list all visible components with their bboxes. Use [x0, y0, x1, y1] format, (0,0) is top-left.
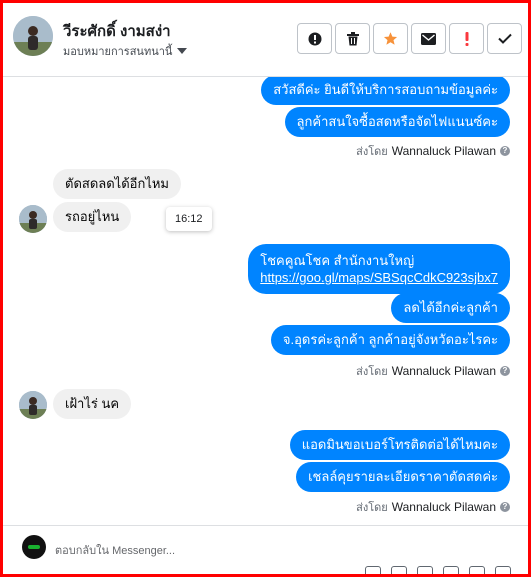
contact-avatar[interactable]: [13, 16, 53, 56]
sent-by-info: ส่งโดย Wannaluck Pilawan ?: [356, 498, 510, 516]
message-outgoing[interactable]: เชลล์คุยรายละเอียดราคาตัดสดค่ะ: [296, 462, 510, 492]
message-incoming[interactable]: ตัดสดลดได้อีกไหม: [53, 169, 182, 199]
help-icon[interactable]: ?: [500, 366, 510, 376]
mark-spam-button[interactable]: [297, 23, 332, 54]
sent-by-info: ส่งโดย Wannaluck Pilawan ?: [356, 362, 510, 380]
follow-up-button[interactable]: [449, 23, 484, 54]
timestamp-tooltip: 16:12: [166, 207, 212, 231]
check-icon: [497, 33, 512, 44]
message-outgoing[interactable]: จ.อุดรค่ะลูกค้า ลูกค้าอยู่จังหวัดอะไรคะ: [270, 325, 510, 355]
message-outgoing[interactable]: สวัสดีค่ะ ยินดีให้บริการสอบถามข้อมูลค่ะ: [261, 77, 510, 105]
sent-by-label: ส่งโดย: [356, 146, 388, 158]
map-link[interactable]: https://goo.gl/maps/SBSqcCdkC923sjbx7: [260, 269, 498, 286]
message-text: โชคคูณโชค สำนักงานใหญ่: [260, 253, 415, 268]
saved-replies-icon[interactable]: [365, 566, 381, 574]
reply-input[interactable]: ตอบกลับใน Messenger...: [55, 541, 175, 559]
header-actions: [297, 23, 522, 54]
mark-unread-button[interactable]: [411, 23, 446, 54]
assign-label: มอบหมายการสนทนานี้: [63, 46, 173, 58]
gif-icon[interactable]: [469, 566, 485, 574]
attachment-icon[interactable]: [391, 566, 407, 574]
conversation-panel: วีระศักดิ์ งามสง่า มอบหมายการสนทนานี้ สว…: [0, 0, 531, 577]
message-outgoing-location[interactable]: โชคคูณโชค สำนักงานใหญ่ https://goo.gl/ma…: [248, 244, 510, 294]
emoji-icon[interactable]: [417, 566, 433, 574]
sent-by-info: ส่งโดย Wannaluck Pilawan ?: [356, 142, 510, 160]
alert-icon: [465, 31, 468, 46]
composer-tools: [365, 566, 511, 574]
spam-icon: [308, 32, 321, 45]
page-logo: [22, 535, 46, 559]
sender-name: Wannaluck Pilawan: [391, 364, 496, 378]
message-incoming[interactable]: เฝ้าไร่ นค: [53, 389, 132, 419]
message-outgoing[interactable]: ลดได้อีกค่ะลูกค้า: [391, 293, 510, 323]
sent-by-label: ส่งโดย: [356, 502, 388, 514]
assign-conversation-dropdown[interactable]: มอบหมายการสนทนานี้: [63, 42, 188, 60]
sender-name: Wannaluck Pilawan: [391, 144, 496, 158]
envelope-icon: [421, 32, 436, 45]
sticker-icon[interactable]: [443, 566, 459, 574]
contact-avatar-small: [19, 391, 47, 419]
help-icon[interactable]: ?: [500, 502, 510, 512]
like-icon[interactable]: [495, 566, 511, 574]
delete-button[interactable]: [335, 23, 370, 54]
reply-composer: ตอบกลับใน Messenger...: [3, 525, 528, 574]
chevron-down-icon: [177, 48, 188, 54]
trash-icon: [346, 31, 359, 45]
message-outgoing[interactable]: แอดมินขอเบอร์โทรติดต่อได้ไหมคะ: [289, 430, 510, 460]
mark-done-button[interactable]: [487, 23, 522, 54]
sender-name: Wannaluck Pilawan: [391, 500, 496, 514]
star-button[interactable]: [373, 23, 408, 54]
contact-avatar-small: [19, 205, 47, 233]
sent-by-label: ส่งโดย: [356, 366, 388, 378]
conversation-header: วีระศักดิ์ งามสง่า มอบหมายการสนทนานี้: [3, 3, 528, 77]
star-icon: [383, 32, 398, 45]
contact-name[interactable]: วีระศักดิ์ งามสง่า: [63, 19, 171, 43]
help-icon[interactable]: ?: [500, 146, 510, 156]
message-outgoing[interactable]: ลูกค้าสนใจซื้อสดหรือจัดไฟแนนซ์คะ: [284, 107, 510, 137]
message-list: สวัสดีค่ะ ยินดีให้บริการสอบถามข้อมูลค่ะ …: [3, 77, 528, 525]
message-incoming[interactable]: รถอยู่ไหน: [53, 202, 132, 232]
